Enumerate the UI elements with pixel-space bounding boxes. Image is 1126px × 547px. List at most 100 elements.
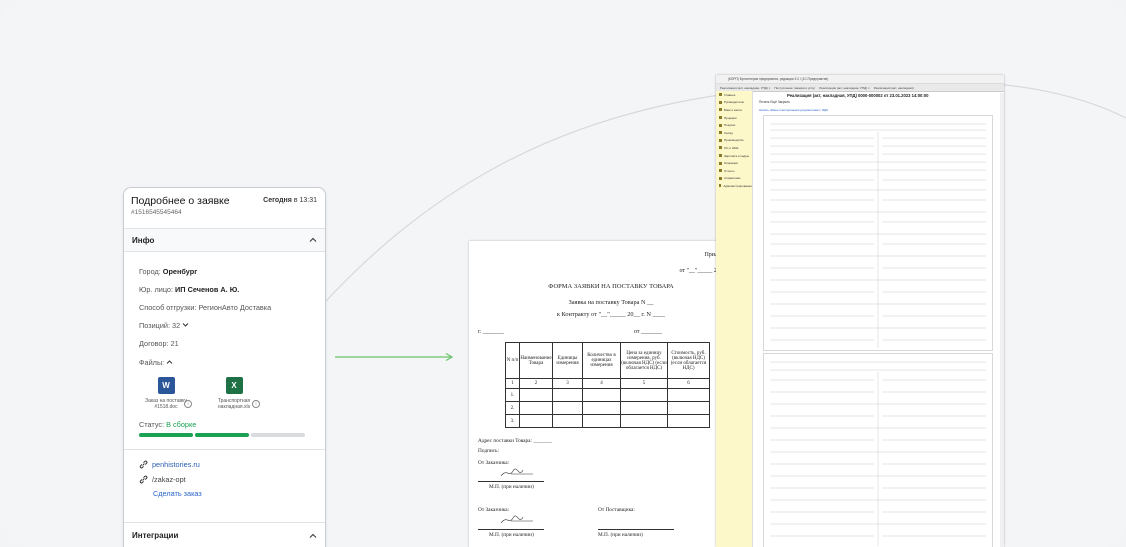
app-sidebar-item[interactable]: Администрирование	[716, 182, 752, 190]
card-header: Подробнее о заявке #1516545545464 Сегодн…	[124, 188, 325, 229]
app-sidebar-label: Склад	[724, 130, 733, 135]
doc-title: ФОРМА ЗАЯВКИ НА ПОСТАВКУ ТОВАРА	[548, 283, 674, 290]
status-value: В сборке	[166, 419, 197, 429]
link-icon	[139, 460, 148, 469]
doc-th: Стоимость, руб. (включая НДС) (если обла…	[667, 342, 710, 379]
doc-request-line: Заявка на поставку Товара N __	[568, 299, 654, 306]
link-site[interactable]: penhistories.ru	[139, 460, 310, 469]
doc-signature: Подпись:	[478, 448, 499, 454]
app-sidebar-label: Руководителю	[724, 100, 745, 105]
info-icon[interactable]: i	[252, 399, 260, 408]
link-text[interactable]: /zakaz-opt	[152, 475, 186, 484]
city-row: Город: Оренбург	[139, 267, 310, 276]
doc-td: 4	[582, 378, 621, 389]
integrations-section-header[interactable]: Интеграции	[124, 522, 325, 547]
app-sidebar-item[interactable]: Справочник	[716, 175, 752, 183]
app-scrollbar[interactable]	[1000, 93, 1004, 547]
doc-td: 2	[519, 378, 553, 389]
doc-stamp-2: М.П. (при наличии)	[489, 532, 534, 538]
doc-th: Наименование Товара	[519, 342, 553, 379]
app-toolbar[interactable]: Печать Ещё Закрыть	[759, 100, 790, 104]
canvas: Подробнее о заявке #1516545545464 Сегодн…	[0, 0, 1126, 547]
doc-table-row: 2.	[505, 401, 710, 415]
shipping-value: РегионАвто Доставка	[198, 303, 272, 313]
app-sidebar-item[interactable]: Склад	[716, 129, 752, 137]
doc-th: Единицы измерения	[552, 342, 583, 379]
app-sidebar-item[interactable]: ОС и НМА	[716, 144, 752, 152]
status-progress	[139, 432, 310, 437]
doc-table-row: 3.	[505, 414, 710, 428]
info-body: Город: Оренбург Юр. лицо: ИП Сеченов А. …	[124, 252, 325, 504]
arrow-right-icon	[335, 352, 454, 362]
app-sidebar-label: Операции	[724, 161, 739, 166]
doc-address: Адрес поставки Товара: _______	[478, 438, 552, 444]
sign-line	[598, 529, 674, 530]
doc-td: 5	[620, 378, 668, 389]
app-tab[interactable]: Реализация (акт, накладная, УПД) ×	[819, 86, 869, 90]
legal-value: ИП Сеченов А. Ю.	[175, 285, 240, 295]
app-sidebar-item[interactable]: Руководителю	[716, 99, 752, 107]
doc-th: Количество в единицах измерения	[582, 342, 621, 379]
integrations-section-title: Интеграции	[132, 531, 179, 540]
app-sidebar-item[interactable]: Операции	[716, 159, 752, 167]
app-sidebar-item[interactable]: Главное	[716, 91, 752, 99]
order-form-document: Приложение N 4 к Контракту от "__"_____ …	[469, 241, 753, 547]
date-label: Сегодня	[263, 197, 292, 204]
files-row[interactable]: Файлы:	[139, 358, 310, 367]
doc-city-line: г. _______	[478, 329, 504, 335]
doc-table: N п/п Наименование Товара Единицы измере…	[505, 342, 710, 428]
progress-segment	[139, 432, 193, 437]
chevron-up-icon[interactable]	[309, 236, 317, 244]
chevron-up-icon[interactable]	[309, 532, 317, 540]
word-icon: W	[157, 376, 175, 394]
order-id: #1516545545464	[131, 209, 182, 216]
status-label: Статус:	[139, 419, 165, 429]
app-sidebar-label: Покупки	[724, 123, 736, 128]
app-tab[interactable]: Поступление товаров и услуг	[774, 86, 815, 90]
chevron-down-icon[interactable]	[182, 322, 189, 328]
positions-row[interactable]: Позиций: 32	[139, 321, 310, 330]
doc-table-row: 1.	[505, 388, 710, 402]
doc-table-header: N п/п Наименование Товара Единицы измере…	[505, 342, 710, 379]
app-print-page-1	[763, 115, 993, 351]
file-word[interactable]: W Заказ на поставку #1518.doc i	[142, 376, 192, 410]
app-sidebar-item[interactable]: Покупки	[716, 121, 752, 129]
app-sidebar-label: ОС и НМА	[724, 145, 739, 150]
app-sidebar-item[interactable]: Отчеты	[716, 167, 752, 175]
city-label: Город:	[139, 267, 161, 276]
doc-td: 3.	[505, 414, 520, 428]
app-sidebar-label: Главное	[724, 92, 736, 97]
link-icon	[139, 475, 148, 484]
doc-stamp: М.П. (при наличии)	[489, 484, 534, 490]
app-print-page-2	[763, 353, 993, 547]
app-sidebar-label: Зарплата и кадры	[724, 153, 750, 158]
accounting-app-window: (КОРП) Бухгалтерия предприятия, редакция…	[716, 75, 1004, 547]
app-sidebar-item[interactable]: Зарплата и кадры	[716, 152, 752, 160]
order-details-card: Подробнее о заявке #1516545545464 Сегодн…	[123, 187, 326, 547]
link-text[interactable]: penhistories.ru	[152, 460, 200, 469]
info-icon[interactable]: i	[184, 399, 192, 408]
info-section-header[interactable]: Инфо	[124, 229, 325, 252]
doc-td: 1.	[505, 388, 520, 402]
doc-th: Цена за единицу измерения, руб. (включая…	[620, 342, 668, 379]
app-edo-link[interactable]: Начать обмен электронными документами с …	[759, 108, 828, 112]
legal-row: Юр. лицо: ИП Сеченов А. Ю.	[139, 285, 310, 294]
link-path[interactable]: /zakaz-opt	[139, 475, 310, 484]
chevron-up-icon[interactable]	[166, 359, 173, 365]
app-sidebar-item[interactable]: Продажи	[716, 114, 752, 122]
app-sidebar-label: Справочник	[724, 176, 741, 181]
app-tab[interactable]: Реализация (акт, накладная)	[874, 86, 914, 90]
make-order-button[interactable]: Сделать заказ	[139, 489, 310, 498]
progress-segment	[195, 432, 249, 437]
sign-line	[478, 481, 544, 482]
app-sidebar-item[interactable]: Производство	[716, 137, 752, 145]
app-sidebar-item[interactable]: Банк и касса	[716, 106, 752, 114]
positions-label: Позиций: 32	[139, 321, 181, 331]
app-tab[interactable]: Реализация (акт, накладная, УПД) ×	[720, 86, 770, 90]
app-titlebar: (КОРП) Бухгалтерия предприятия, редакция…	[716, 75, 1004, 84]
doc-th: N п/п	[505, 342, 520, 379]
file-excel[interactable]: X Транспортная накладная.xls i	[210, 376, 260, 410]
doc-td: 1	[505, 378, 520, 389]
signature-image	[500, 515, 533, 524]
app-main: Реализация (акт, накладная, УПД) 0000-00…	[753, 91, 1004, 547]
